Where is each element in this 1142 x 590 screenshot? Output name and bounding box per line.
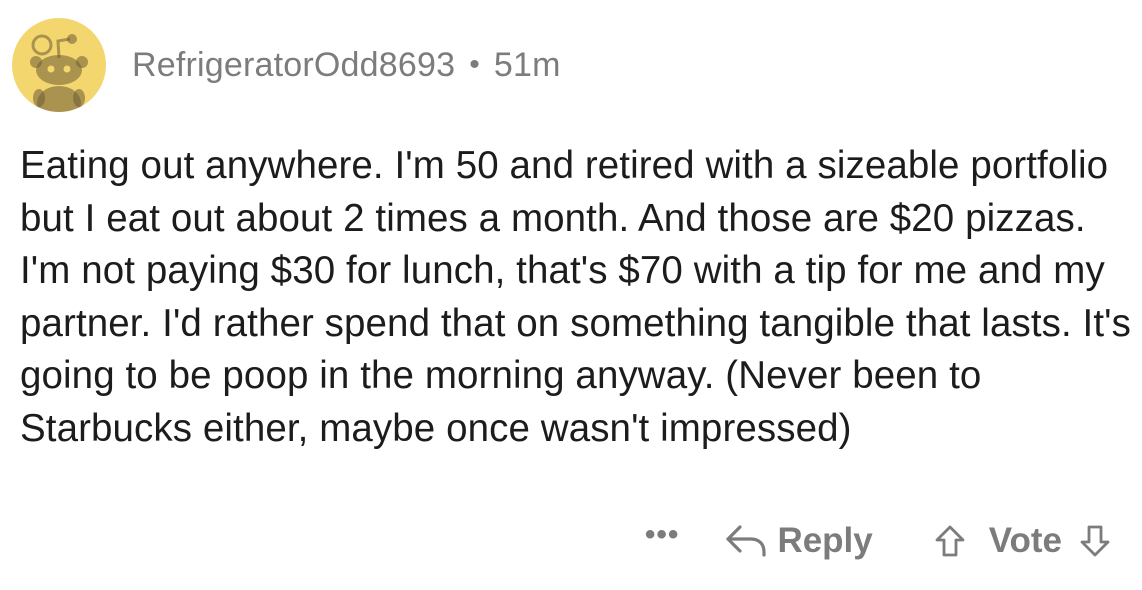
vote-controls: Vote: [933, 521, 1112, 561]
downvote-button[interactable]: [1078, 524, 1112, 558]
reply-label: Reply: [777, 521, 873, 560]
downvote-arrow-icon: [1080, 525, 1110, 557]
vote-label: Vote: [988, 521, 1062, 560]
snoo-avatar-icon: [30, 34, 88, 112]
reply-arrow-icon: [726, 525, 767, 557]
reply-button[interactable]: Reply: [725, 521, 873, 561]
avatar[interactable]: [12, 18, 106, 112]
username-link[interactable]: RefrigeratorOdd8693: [132, 46, 455, 85]
upvote-button[interactable]: [933, 524, 967, 558]
comment-actions: ••• Reply Vote: [645, 516, 1112, 566]
meta-separator: •: [469, 48, 480, 81]
comment-header: RefrigeratorOdd8693 • 51m: [12, 18, 561, 112]
comment-meta: RefrigeratorOdd8693 • 51m: [132, 46, 561, 85]
upvote-arrow-icon: [935, 525, 965, 557]
comment: RefrigeratorOdd8693 • 51m Eating out any…: [0, 0, 1142, 590]
comment-body: Eating out anywhere. I'm 50 and retired …: [20, 144, 1131, 450]
more-options-button[interactable]: •••: [645, 518, 680, 552]
timestamp: 51m: [493, 45, 561, 84]
